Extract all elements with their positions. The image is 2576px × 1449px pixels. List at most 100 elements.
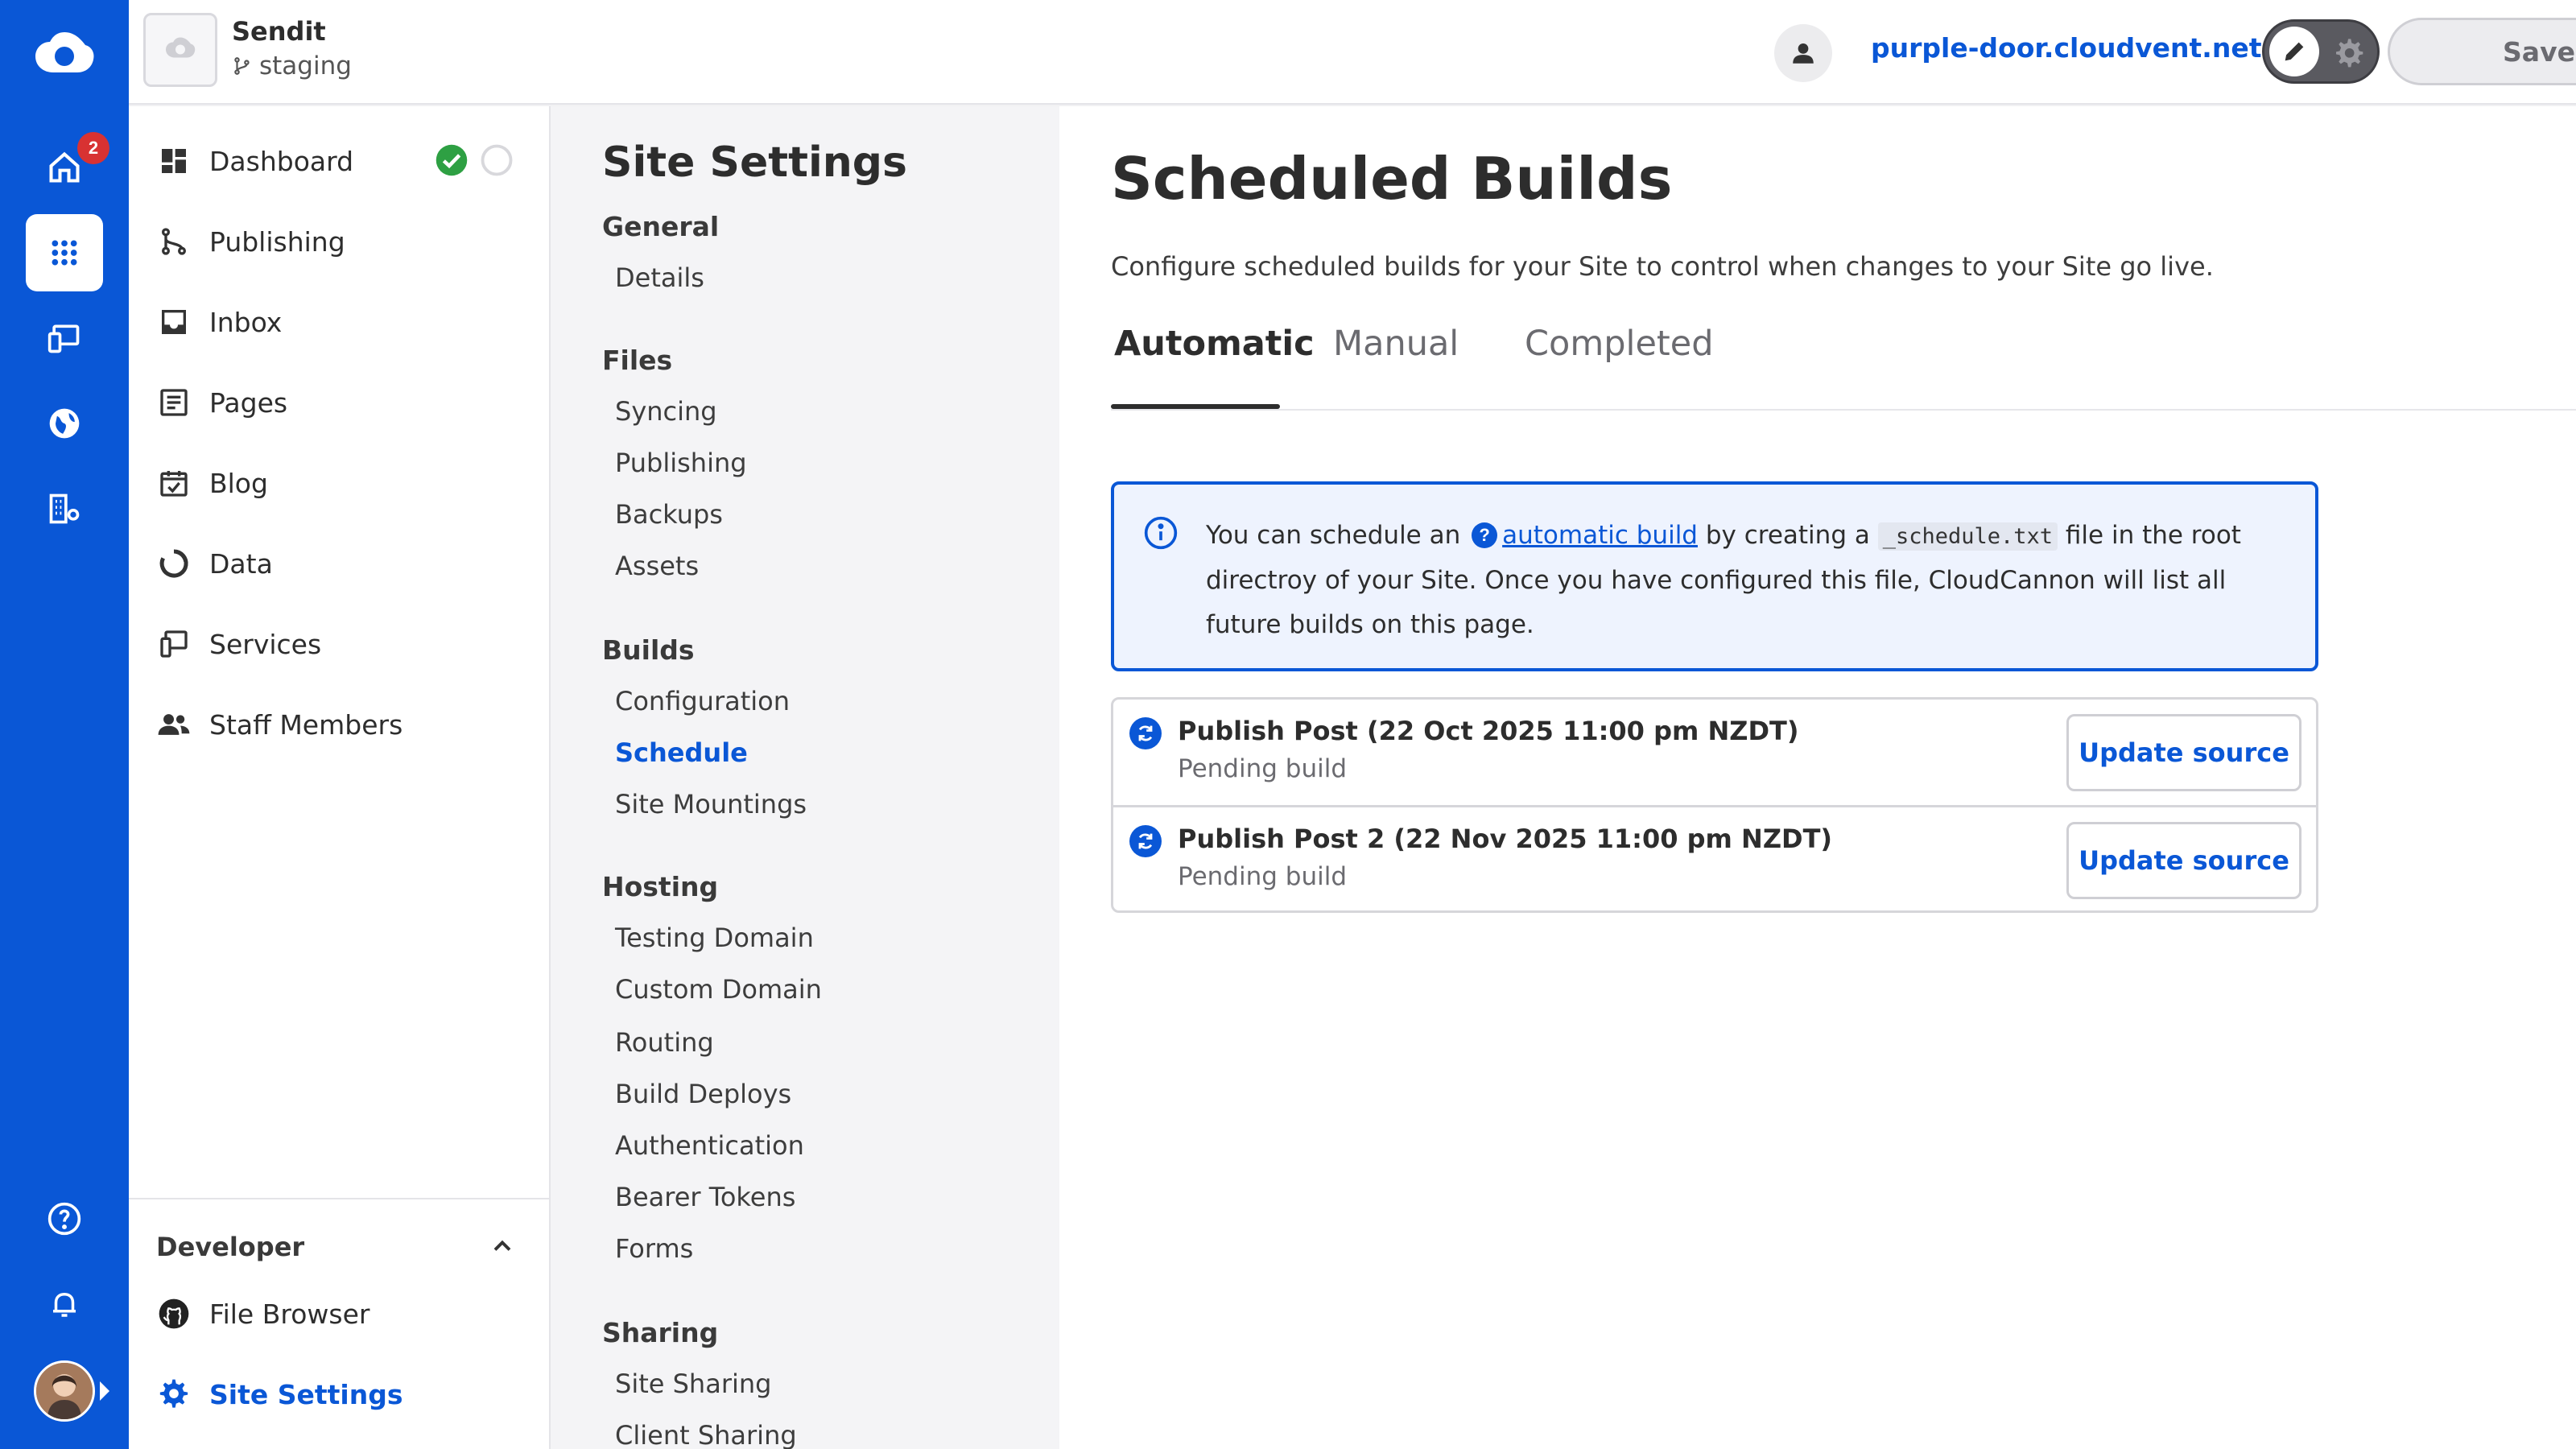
update-source-button[interactable]: Update source: [2066, 822, 2301, 899]
sync-icon: [1129, 717, 1162, 749]
rail-org-settings-button[interactable]: [26, 470, 103, 547]
branch-selector[interactable]: staging: [232, 52, 352, 80]
gear-icon: [2336, 39, 2363, 68]
github-icon: [156, 1296, 192, 1331]
globe-icon: [49, 408, 80, 439]
domain-text: purple-door.cloudvent.net: [1871, 32, 2262, 64]
inbox-icon: [156, 304, 192, 340]
settings-link-site-sharing[interactable]: Site Sharing: [615, 1368, 771, 1399]
tab-completed[interactable]: Completed: [1525, 317, 1714, 411]
site-settings-menu: Site Settings General Details Files Sync…: [551, 106, 1059, 1449]
list-item: Publish Post (22 Oct 2025 11:00 pm NZDT)…: [1113, 700, 2316, 805]
account-button[interactable]: [1774, 24, 1832, 82]
settings-link-routing[interactable]: Routing: [615, 1027, 714, 1058]
settings-link-assets[interactable]: Assets: [615, 551, 699, 581]
nav-item-dashboard[interactable]: Dashboard: [156, 137, 353, 185]
nav-item-file-browser[interactable]: File Browser: [156, 1290, 369, 1338]
nav-item-inbox[interactable]: Inbox: [156, 298, 282, 346]
build-tabs: Automatic Manual Completed: [1111, 317, 2576, 411]
nav-item-publishing[interactable]: Publishing: [156, 217, 345, 266]
site-name[interactable]: Sendit: [232, 16, 326, 47]
avatar-caret-icon[interactable]: [100, 1381, 109, 1401]
build-status: Pending build: [1178, 862, 1348, 891]
settings-link-custom-domain[interactable]: Custom Domain: [615, 974, 822, 1005]
save-button[interactable]: Save: [2388, 18, 2576, 85]
settings-link-details[interactable]: Details: [615, 262, 704, 293]
home-icon: [49, 151, 80, 183]
tab-manual[interactable]: Manual: [1333, 317, 1459, 411]
info-icon: [1144, 516, 1178, 550]
nav-item-pages[interactable]: Pages: [156, 378, 287, 427]
site-thumbnail[interactable]: [143, 13, 217, 87]
settings-link-build-deploys[interactable]: Build Deploys: [615, 1079, 791, 1109]
info-text: You can schedule an ? automatic build by …: [1206, 514, 2285, 647]
nav-label-file-browser: File Browser: [209, 1298, 370, 1330]
info-middle: by creating a: [1705, 521, 1870, 550]
settings-link-bearer-tokens[interactable]: Bearer Tokens: [615, 1182, 795, 1212]
gear-icon: [156, 1377, 192, 1412]
build-title: Publish Post 2 (22 Nov 2025 11:00 pm NZD…: [1178, 824, 1833, 854]
tab-automatic[interactable]: Automatic: [1114, 317, 1315, 411]
developer-section-title[interactable]: Developer: [156, 1232, 304, 1262]
nav-label-publishing: Publishing: [209, 225, 345, 258]
calendar-check-icon: [156, 465, 192, 501]
info-callout: You can schedule an ? automatic build by …: [1111, 481, 2318, 671]
rail-notifications-button[interactable]: [26, 1265, 103, 1343]
cloudcannon-logo-icon[interactable]: [32, 29, 97, 85]
toggle-knob: [2269, 27, 2319, 76]
settings-link-schedule[interactable]: Schedule: [615, 737, 748, 768]
user-avatar[interactable]: [34, 1360, 95, 1422]
automatic-build-link[interactable]: automatic build: [1502, 521, 1698, 550]
sync-icon: [1129, 825, 1162, 857]
devices-icon: [47, 324, 80, 353]
schedule-filename: _schedule.txt: [1877, 522, 2058, 551]
building-gear-icon: [49, 493, 80, 524]
settings-menu-title: Site Settings: [602, 138, 907, 187]
page-title: Scheduled Builds: [1111, 145, 1673, 213]
app-rail: 2: [0, 0, 129, 1449]
settings-link-testing-domain[interactable]: Testing Domain: [615, 923, 814, 953]
site-domain-link[interactable]: purple-door.cloudvent.net: [1871, 32, 2289, 64]
nav-item-site-settings[interactable]: Site Settings: [156, 1370, 403, 1418]
settings-group-sharing: Sharing: [602, 1317, 719, 1348]
branch-icon: [234, 57, 250, 75]
people-icon: [156, 707, 192, 742]
check-circle-icon: [436, 144, 468, 176]
bell-icon: [53, 1292, 76, 1317]
active-tab-underline: [1111, 404, 1280, 409]
rail-globe-button[interactable]: [26, 385, 103, 462]
nav-item-staff-members[interactable]: Staff Members: [156, 700, 402, 749]
settings-link-publishing[interactable]: Publishing: [615, 448, 747, 478]
settings-link-forms[interactable]: Forms: [615, 1233, 693, 1264]
person-icon: [1793, 43, 1814, 64]
nav-label-blog: Blog: [209, 467, 268, 499]
settings-link-backups[interactable]: Backups: [615, 499, 723, 530]
nav-label-pages: Pages: [209, 386, 288, 419]
settings-link-authentication[interactable]: Authentication: [615, 1130, 804, 1161]
settings-link-client-sharing[interactable]: Client Sharing: [615, 1420, 797, 1449]
settings-link-configuration[interactable]: Configuration: [615, 686, 790, 716]
settings-group-builds: Builds: [602, 634, 695, 666]
chevron-up-icon[interactable]: [488, 1232, 517, 1261]
data-donut-icon: [156, 546, 192, 581]
empty-circle-icon: [481, 144, 513, 176]
editor-mode-toggle[interactable]: [2262, 19, 2380, 84]
settings-link-site-mountings[interactable]: Site Mountings: [615, 789, 807, 819]
nav-label-dashboard: Dashboard: [209, 145, 354, 177]
rail-devices-button[interactable]: [26, 299, 103, 377]
nav-item-services[interactable]: Services: [156, 620, 321, 668]
rail-help-button[interactable]: [26, 1180, 103, 1257]
help-question-icon[interactable]: ?: [1472, 522, 1498, 548]
nav-label-services: Services: [209, 628, 322, 660]
build-status: Pending build: [1178, 754, 1348, 783]
info-prefix: You can schedule an: [1206, 521, 1461, 550]
update-source-button[interactable]: Update source: [2066, 714, 2301, 791]
nav-item-data[interactable]: Data: [156, 539, 273, 588]
nav-item-blog[interactable]: Blog: [156, 459, 268, 507]
dashboard-status: [435, 143, 514, 177]
settings-link-syncing[interactable]: Syncing: [615, 396, 717, 427]
rail-apps-button[interactable]: [26, 214, 103, 291]
grid-icon: [52, 240, 77, 266]
top-bar: Sendit staging purple-door.cloudvent.net…: [129, 0, 2576, 105]
nav-label-staff-members: Staff Members: [209, 708, 403, 741]
